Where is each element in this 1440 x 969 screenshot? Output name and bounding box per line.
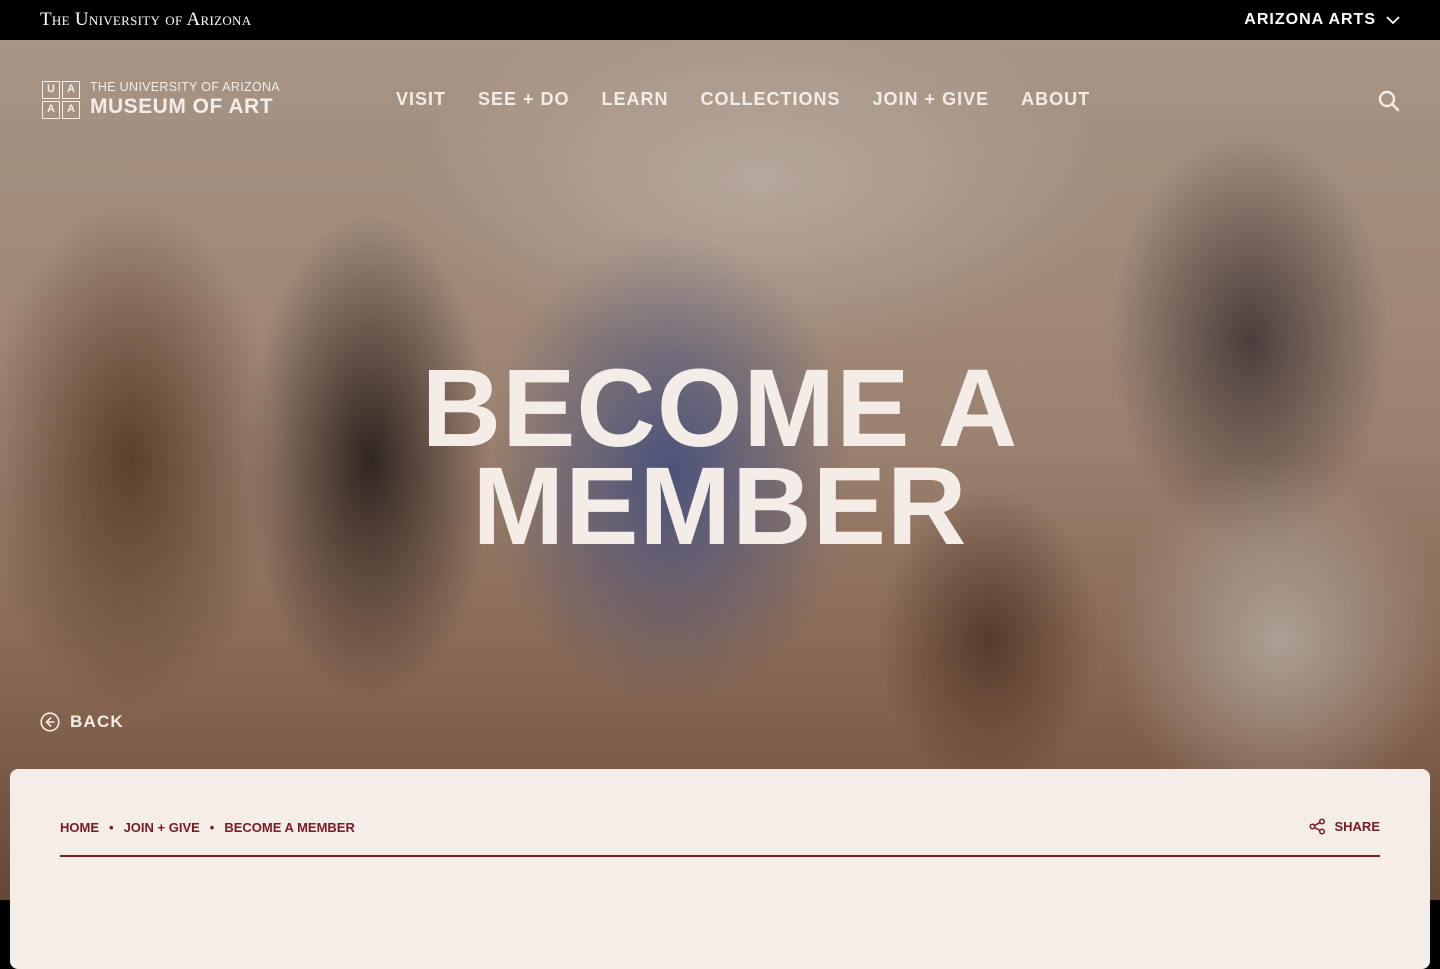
nav-item-learn[interactable]: LEARN [602, 89, 669, 110]
breadcrumb-home[interactable]: HOME [60, 820, 99, 835]
search-icon [1378, 90, 1400, 112]
logo-mark-cell: A [62, 101, 80, 119]
search-button[interactable] [1378, 90, 1400, 112]
logo-university: THE UNIVERSITY OF ARIZONA [90, 80, 280, 94]
share-button[interactable]: SHARE [1309, 818, 1380, 835]
share-label: SHARE [1334, 819, 1380, 834]
arizona-arts-label: ARIZONA ARTS [1244, 11, 1376, 28]
breadcrumb-separator: • [109, 820, 114, 835]
breadcrumb: HOME • JOIN + GIVE • BECOME A MEMBER [60, 820, 355, 835]
page-title-line-1: BECOME A [421, 347, 1019, 470]
arrow-left-circle-icon [40, 712, 60, 732]
museum-logo[interactable]: U A A A THE UNIVERSITY OF ARIZONA MUSEUM… [42, 80, 280, 120]
nav-item-visit[interactable]: VISIT [396, 89, 446, 110]
logo-mark-cell: A [42, 101, 60, 119]
arizona-arts-menu[interactable]: ARIZONA ARTS [1244, 10, 1400, 30]
nav-item-collections[interactable]: COLLECTIONS [701, 89, 841, 110]
nav-item-see-do[interactable]: SEE + DO [478, 89, 570, 110]
breadcrumb-divider [60, 855, 1380, 857]
university-bar: The University of Arizona ARIZONA ARTS [0, 0, 1440, 40]
page-title-line-2: MEMBER [472, 445, 968, 568]
page-title: BECOME A MEMBER [0, 347, 1440, 568]
logo-text: THE UNIVERSITY OF ARIZONA MUSEUM OF ART [90, 80, 280, 120]
main-nav: VISIT SEE + DO LEARN COLLECTIONS JOIN + … [396, 89, 1090, 110]
nav-item-about[interactable]: ABOUT [1021, 89, 1090, 110]
nav-item-join-give[interactable]: JOIN + GIVE [873, 89, 990, 110]
university-link[interactable]: The University of Arizona [40, 9, 251, 31]
back-label: BACK [70, 712, 124, 731]
ua-logo-mark: U A A A [42, 81, 80, 119]
breadcrumb-join-give[interactable]: JOIN + GIVE [124, 820, 200, 835]
share-icon [1309, 818, 1326, 835]
logo-mark-cell: U [42, 81, 60, 99]
breadcrumb-separator: • [209, 820, 215, 835]
content-panel: HOME • JOIN + GIVE • BECOME A MEMBER SHA… [10, 769, 1430, 969]
chevron-down-icon [1386, 15, 1400, 24]
back-button[interactable]: BACK [40, 712, 124, 732]
logo-museum-name: MUSEUM OF ART [90, 95, 274, 118]
breadcrumb-current: BECOME A MEMBER [224, 820, 355, 835]
logo-mark-cell: A [62, 81, 80, 99]
